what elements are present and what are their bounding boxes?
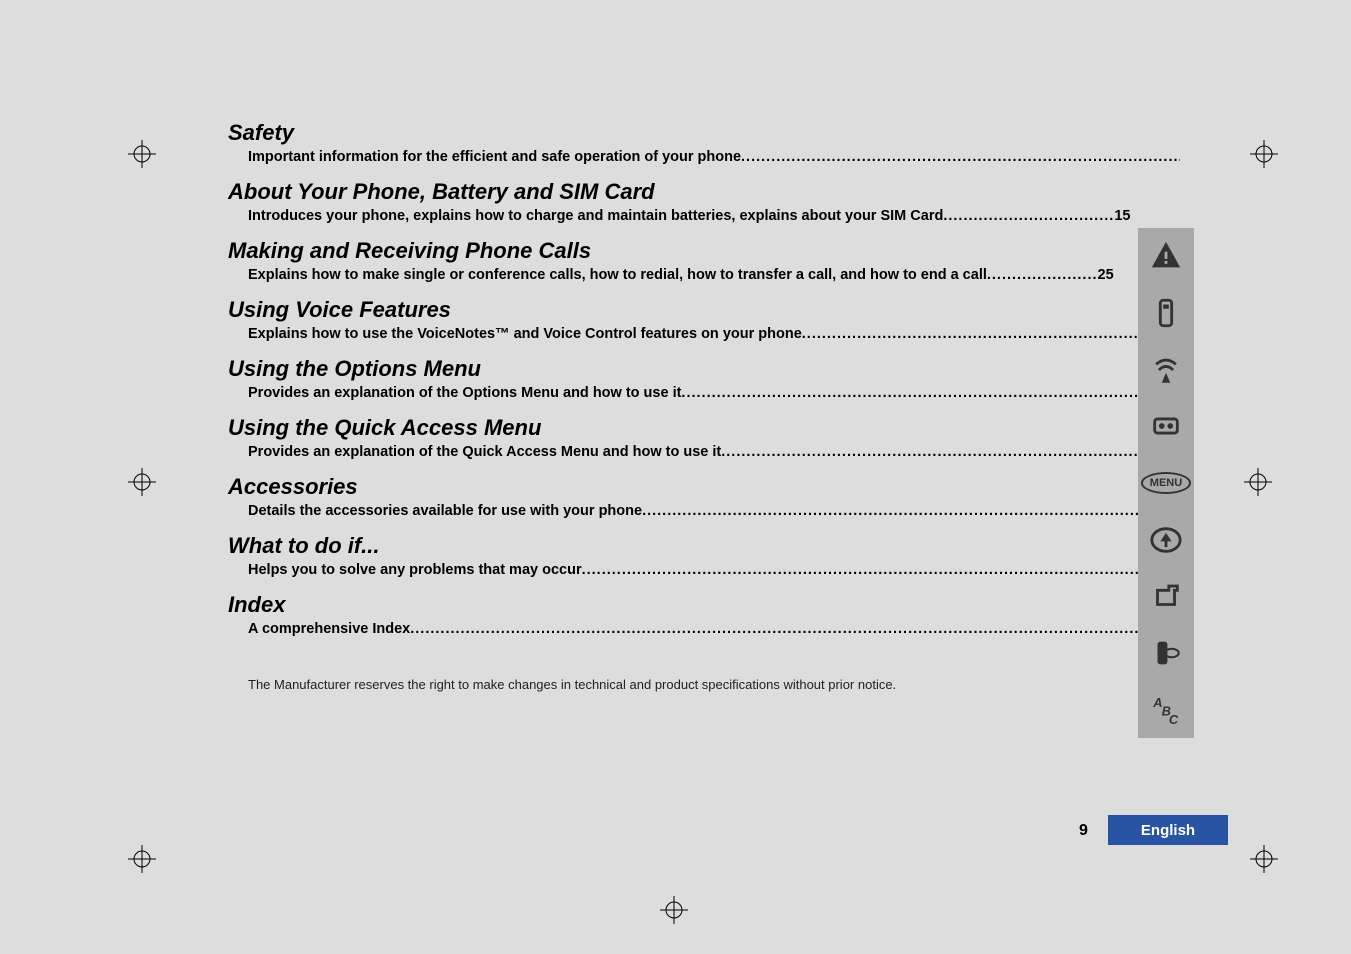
page-number: 9 (1079, 822, 1088, 840)
registration-mark-icon (1250, 845, 1278, 873)
section-title: Making and Receiving Phone Calls (228, 238, 1180, 264)
toc-entry-voice-features: Using Voice Features Explains how to use… (180, 297, 1180, 342)
section-desc: Helps you to solve any problems that may… (248, 562, 1180, 578)
section-title: Safety (228, 120, 1180, 146)
section-title: What to do if... (228, 533, 1180, 559)
section-title: Using Voice Features (228, 297, 1180, 323)
toc-entry-safety: Safety Important information for the eff… (180, 120, 1180, 165)
toc-entry-what-to-do: What to do if... Helps you to solve any … (180, 533, 1180, 578)
toc-entry-index: Index A comprehensive Index.............… (180, 592, 1180, 637)
registration-mark-icon (660, 896, 688, 924)
language-label: English (1108, 815, 1228, 845)
recorder-icon (1138, 398, 1194, 455)
warning-icon (1138, 228, 1194, 285)
section-title: About Your Phone, Battery and SIM Card (228, 179, 1180, 205)
section-desc: Provides an explanation of the Quick Acc… (248, 444, 1180, 460)
section-desc: A comprehensive Index...................… (248, 621, 1180, 637)
side-tabs: MENU ABC (1138, 228, 1194, 738)
phone-icon (1138, 285, 1194, 342)
registration-mark-icon (128, 140, 156, 168)
antenna-icon (1138, 341, 1194, 398)
section-desc: Introduces your phone, explains how to c… (248, 208, 1180, 224)
registration-mark-icon (128, 845, 156, 873)
toc-entry-options-menu: Using the Options Menu Provides an expla… (180, 356, 1180, 401)
section-title: Accessories (228, 474, 1180, 500)
registration-mark-icon (1244, 468, 1272, 496)
menu-icon: MENU (1138, 455, 1194, 512)
registration-mark-icon (1250, 140, 1278, 168)
section-title: Index (228, 592, 1180, 618)
section-title: Using the Options Menu (228, 356, 1180, 382)
section-desc: Explains how to make single or conferenc… (248, 267, 1180, 283)
section-desc: Details the accessories available for us… (248, 503, 1180, 519)
registration-mark-icon (128, 468, 156, 496)
section-desc: Important information for the efficient … (248, 149, 1180, 165)
help-phone-icon (1138, 625, 1194, 682)
section-desc: Provides an explanation of the Options M… (248, 385, 1180, 401)
manufacturer-note: The Manufacturer reserves the right to m… (248, 677, 1180, 692)
abc-icon: ABC (1138, 681, 1194, 738)
arrow-up-icon (1138, 511, 1194, 568)
svg-text:C: C (1169, 712, 1179, 727)
accessory-icon (1138, 568, 1194, 625)
section-desc: Explains how to use the VoiceNotes™ and … (248, 326, 1180, 342)
toc-entry-accessories: Accessories Details the accessories avai… (180, 474, 1180, 519)
toc-entry-about-phone: About Your Phone, Battery and SIM Card I… (180, 179, 1180, 224)
section-title: Using the Quick Access Menu (228, 415, 1180, 441)
toc-entry-quick-access: Using the Quick Access Menu Provides an … (180, 415, 1180, 460)
toc-entry-making-calls: Making and Receiving Phone Calls Explain… (180, 238, 1180, 283)
toc-page: Safety Important information for the eff… (180, 120, 1180, 692)
